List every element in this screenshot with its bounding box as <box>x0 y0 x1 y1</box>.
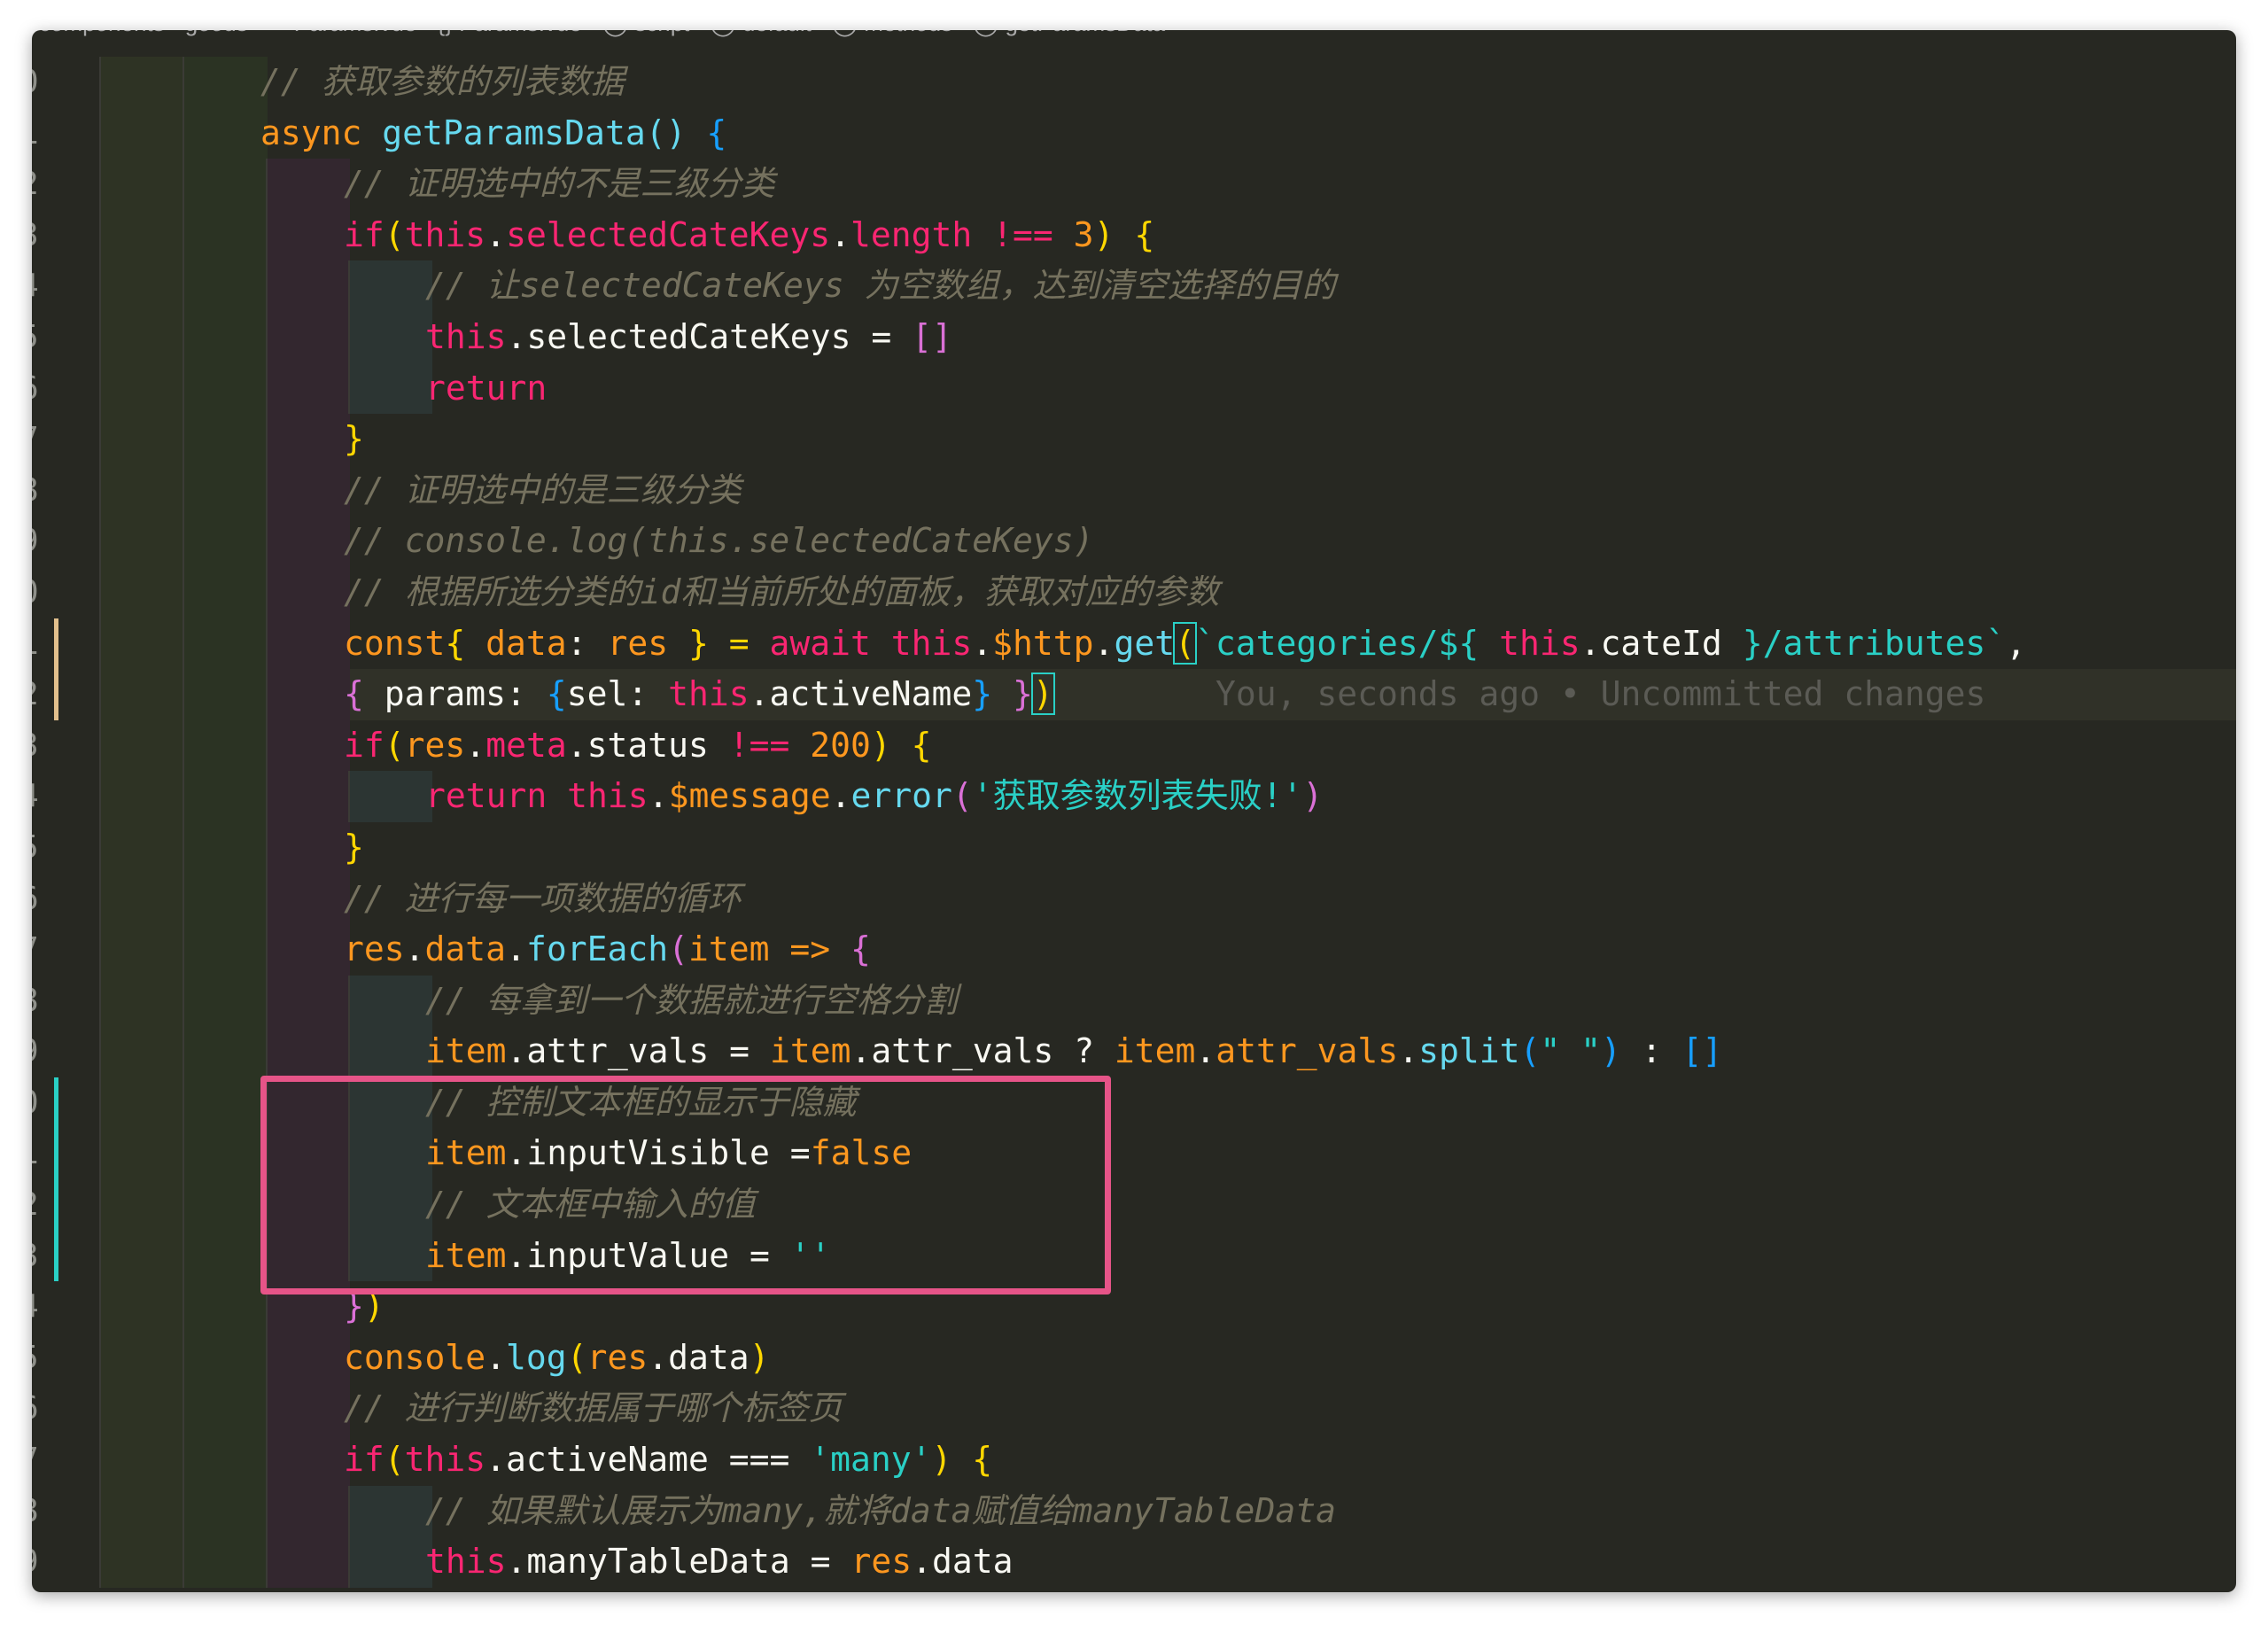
code-text: res.data.forEach(item => { <box>344 929 871 969</box>
code-line[interactable]: 5 this.selectedCateKeys = [] <box>32 311 2236 363</box>
code-text: return this.$message.error('获取参数列表失败!') <box>425 776 1324 816</box>
code-text: // 进行判断数据属于哪个标签页 <box>344 1388 843 1428</box>
git-added-marker[interactable] <box>54 1077 58 1129</box>
line-number: 3 <box>32 720 41 772</box>
code-line[interactable]: 7 if(this.activeName === 'many') { <box>32 1435 2236 1486</box>
code-text: if(this.selectedCateKeys.length !== 3) { <box>344 214 1155 254</box>
code-line[interactable]: 7 res.data.forEach(item => { <box>32 924 2236 976</box>
line-number: 0 <box>32 1077 41 1129</box>
code-text: this.selectedCateKeys = [] <box>425 316 952 356</box>
line-number: 5 <box>32 822 41 874</box>
code-text: // 每拿到一个数据就进行空格分割 <box>425 980 958 1020</box>
line-number: 7 <box>32 414 41 465</box>
code-line[interactable]: 5 console.log(res.data) <box>32 1332 2236 1384</box>
code-text: item.attr_vals = item.attr_vals ? item.a… <box>425 1031 1723 1071</box>
code-line[interactable]: 8 // 证明选中的是三级分类 <box>32 464 2236 517</box>
code-line[interactable]: 8 // 每拿到一个数据就进行空格分割 <box>32 975 2236 1027</box>
code-line[interactable]: 3 if(this.selectedCateKeys.length !== 3)… <box>32 209 2236 261</box>
code-line[interactable]: 6 return <box>32 362 2236 415</box>
line-number: 7 <box>32 924 41 976</box>
code-text: this.manyTableData = res.data <box>425 1542 1014 1582</box>
line-number: 8 <box>32 1486 41 1537</box>
line-number: 2 <box>32 1179 41 1231</box>
code-text: // 进行每一项数据的循环 <box>344 878 742 918</box>
code-text: // 证明选中的是三级分类 <box>344 470 742 509</box>
code-line[interactable]: 9 this.manyTableData = res.data <box>32 1536 2236 1588</box>
line-number: 3 <box>32 1231 41 1282</box>
git-added-marker[interactable] <box>54 1179 58 1231</box>
code-text: async getParamsData() { <box>260 113 727 152</box>
line-number: 5 <box>32 1333 41 1384</box>
line-number: 2 <box>32 669 41 720</box>
code-line[interactable]: 6 // 进行判断数据属于哪个标签页 <box>32 1383 2236 1435</box>
line-number: 4 <box>32 1281 41 1333</box>
code-text: // console.log(this.selectedCateKeys) <box>344 521 1094 561</box>
git-added-marker[interactable] <box>54 1230 58 1282</box>
line-number: 4 <box>32 260 41 312</box>
code-editor-window: components › goods › ✓ Params.vue › {} P… <box>32 30 2236 1592</box>
code-text: const{ data: res } = await this.$http.ge… <box>344 621 2027 665</box>
line-number: 4 <box>32 771 41 822</box>
code-line[interactable]: 8 // 如果默认展示为many,就将data赋值给manyTableData <box>32 1485 2236 1537</box>
code-line[interactable]: 0 // 根据所选分类的id和当前所处的面板，获取对应的参数 <box>32 566 2236 618</box>
line-number: 1 <box>32 618 41 670</box>
line-number: 2 <box>32 159 41 210</box>
code-text: if(this.activeName === 'many') { <box>344 1440 993 1480</box>
line-number: 6 <box>32 1383 41 1435</box>
code-line[interactable]: 9 item.attr_vals = item.attr_vals ? item… <box>32 1026 2236 1077</box>
line-number: 9 <box>32 1026 41 1077</box>
line-number: 0 <box>32 567 41 618</box>
line-number: 1 <box>32 1128 41 1179</box>
line-number: 9 <box>32 1536 41 1588</box>
code-text: // 如果默认展示为many,就将data赋值给manyTableData <box>425 1490 1336 1530</box>
git-modified-marker[interactable] <box>54 669 58 720</box>
code-area[interactable]: 0 // 获取参数的列表数据 1 async getParamsData() {… <box>32 57 2236 1588</box>
code-line[interactable]: 7 } <box>32 414 2236 465</box>
code-line-current[interactable]: 2 { params: {sel: this.activeName} }) Yo… <box>32 669 2236 720</box>
line-number: 6 <box>32 363 41 415</box>
code-line[interactable]: 1 async getParamsData() { <box>32 107 2236 159</box>
code-text: console.log(res.data) <box>344 1337 770 1377</box>
code-text: // 获取参数的列表数据 <box>260 62 625 101</box>
line-number: 8 <box>32 465 41 517</box>
code-line[interactable]: 0 // 获取参数的列表数据 <box>32 57 2236 108</box>
code-text: } <box>344 419 364 459</box>
code-text: } <box>344 827 364 867</box>
line-number: 8 <box>32 976 41 1027</box>
code-text: // 根据所选分类的id和当前所处的面板，获取对应的参数 <box>344 571 1220 611</box>
line-number: 6 <box>32 874 41 925</box>
git-blame-annotation: You, seconds ago • Uncommitted changes <box>1216 674 1986 714</box>
code-line[interactable]: 5 } <box>32 821 2236 874</box>
line-number: 3 <box>32 210 41 261</box>
code-line[interactable]: 6 // 进行每一项数据的循环 <box>32 873 2236 925</box>
code-text: if(res.meta.status !== 200) { <box>344 725 932 765</box>
line-number: 0 <box>32 57 41 108</box>
code-line[interactable]: 2 // 证明选中的不是三级分类 <box>32 159 2236 210</box>
code-line[interactable]: 9 // console.log(this.selectedCateKeys) <box>32 516 2236 567</box>
code-text: // 让selectedCateKeys 为空数组，达到清空选择的目的 <box>425 266 1336 306</box>
code-text: { params: {sel: this.activeName} }) <box>344 673 1055 716</box>
code-line[interactable]: 3 if(res.meta.status !== 200) { <box>32 719 2236 772</box>
line-number: 1 <box>32 108 41 159</box>
line-number: 9 <box>32 516 41 567</box>
git-added-marker[interactable] <box>54 1128 58 1180</box>
line-number: 7 <box>32 1435 41 1486</box>
git-modified-marker[interactable] <box>54 618 58 670</box>
line-number: 5 <box>32 312 41 363</box>
code-text: return <box>425 368 548 408</box>
code-line[interactable]: 4 // 让selectedCateKeys 为空数组，达到清空选择的目的 <box>32 260 2236 312</box>
code-line[interactable]: 1 const{ data: res } = await this.$http.… <box>32 618 2236 670</box>
breadcrumb[interactable]: components › goods › ✓ Params.vue › {} P… <box>32 30 1165 44</box>
code-text: // 证明选中的不是三级分类 <box>344 164 775 204</box>
code-line[interactable]: 4 return this.$message.error('获取参数列表失败!'… <box>32 771 2236 822</box>
annotation-highlight-box <box>260 1076 1111 1295</box>
